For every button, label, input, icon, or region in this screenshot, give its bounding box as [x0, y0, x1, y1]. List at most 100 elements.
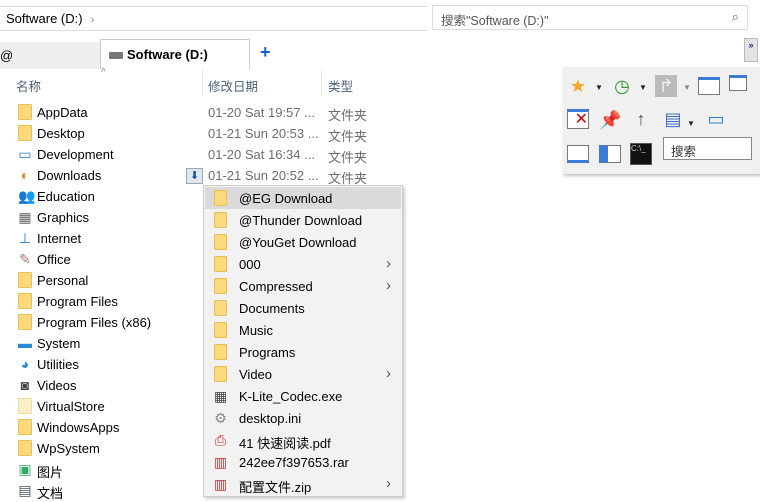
close-window-icon[interactable]: ✕	[567, 109, 589, 129]
folder-light-icon	[18, 398, 32, 414]
file-name: Program Files	[37, 294, 118, 309]
file-name: 图片	[37, 465, 64, 480]
up-arrow-icon[interactable]: ↑	[630, 108, 652, 130]
submenu-item[interactable]: Music	[205, 319, 401, 341]
chevron-down-icon[interactable]: ▼	[639, 83, 647, 92]
file-name: Graphics	[37, 210, 90, 225]
file-row-development[interactable]: ▭ Development 01-20 Sat 16:34 ... 文件夹	[0, 144, 380, 165]
favorites-star-icon[interactable]: ★	[567, 75, 589, 97]
folder-submenu: @EG Download @Thunder Download @YouGet Dow…	[203, 185, 403, 497]
file-name: AppData	[37, 105, 88, 120]
pin-icon[interactable]: 📌	[599, 109, 621, 131]
file-name: Internet	[37, 231, 82, 246]
folder-icon	[214, 278, 227, 294]
file-name: 文档	[37, 486, 64, 501]
submenu-item[interactable]: @Thunder Download	[205, 209, 401, 231]
new-tab-button[interactable]: +	[260, 42, 271, 63]
submenu-item[interactable]: @EG Download	[205, 187, 401, 209]
search-icon[interactable]: ⌕	[732, 9, 739, 25]
file-date: 01-20 Sat 16:34 ...	[208, 147, 315, 162]
submenu-item[interactable]: 000 ›	[205, 253, 401, 275]
file-name: Desktop	[37, 126, 85, 141]
address-bar[interactable]: Software (D:) ›	[0, 6, 428, 31]
folder-icon	[18, 419, 32, 435]
submenu-item[interactable]: ⎙ 41 快速阅读.pdf	[205, 429, 401, 451]
tab-at[interactable]: @	[0, 42, 100, 69]
left-pane-icon[interactable]	[599, 145, 621, 163]
submenu-item[interactable]: ▦ K-Lite_Codec.exe	[205, 385, 401, 407]
search-placeholder: 搜索"Software (D:)"	[441, 14, 549, 28]
monitor-icon: ▬	[18, 335, 32, 351]
file-name: WindowsApps	[37, 420, 120, 435]
file-row-appdata[interactable]: AppData 01-20 Sat 19:57 ... 文件夹	[0, 102, 380, 123]
submenu-item[interactable]: ▥ 配置文件.zip ›	[205, 473, 401, 495]
folder-icon	[18, 314, 32, 330]
submenu-item-label: Music	[239, 323, 273, 338]
file-row-desktop[interactable]: Desktop 01-21 Sun 20:53 ... 文件夹	[0, 123, 380, 144]
file-type: 文件夹	[328, 108, 368, 123]
command-prompt-icon[interactable]: C:\_	[630, 143, 652, 165]
tab-software-d[interactable]: Software (D:)	[100, 39, 250, 69]
camera-icon: ◙	[20, 377, 30, 393]
window-icon[interactable]	[698, 77, 720, 95]
breadcrumb-chevron-icon[interactable]: ›	[91, 14, 95, 26]
submenu-item[interactable]: Compressed ›	[205, 275, 401, 297]
submenu-item-label: desktop.ini	[239, 411, 302, 426]
breadcrumb-software-d[interactable]: Software (D:)	[6, 11, 83, 26]
pictures-icon: ▣	[18, 461, 32, 477]
exe-icon: ▦	[214, 388, 228, 404]
file-name: Utilities	[37, 357, 79, 372]
utilities-icon: ◕	[20, 356, 30, 372]
submenu-item[interactable]: Documents	[205, 297, 401, 319]
folder-icon	[214, 256, 227, 272]
column-name[interactable]: 名称	[16, 76, 41, 95]
submenu-item[interactable]: Programs	[205, 341, 401, 363]
file-name: WpSystem	[37, 441, 100, 456]
column-type[interactable]: 类型	[328, 76, 353, 95]
sort-indicator-icon: ^	[101, 67, 106, 78]
submenu-item-label: Video	[239, 367, 273, 382]
submenu-item-label: @Thunder Download	[239, 213, 363, 228]
chevron-down-icon[interactable]: ▼	[683, 83, 691, 92]
office-icon: ✎	[19, 251, 31, 267]
history-clock-icon[interactable]: ◷	[611, 75, 633, 97]
shortcut-arrow-icon[interactable]: ↱	[655, 75, 677, 97]
rename-textbox-icon[interactable]: ▭	[705, 108, 727, 130]
folder-dropdown-arrow-icon[interactable]: ⬇	[186, 168, 203, 184]
search-input[interactable]: 搜索"Software (D:)" ⌕	[432, 5, 748, 30]
folder-icon	[214, 234, 227, 250]
folder-icon	[214, 322, 227, 338]
file-name: Education	[37, 189, 95, 204]
submenu-item[interactable]: ▥ 242ee7f397653.rar	[205, 451, 401, 473]
submenu-arrow-icon: ›	[386, 365, 391, 382]
folder-icon	[18, 125, 32, 141]
submenu-item-label: 41 快速阅读.pdf	[239, 436, 331, 451]
network-icon: ⊥	[18, 230, 32, 246]
column-date[interactable]: 修改日期	[208, 76, 258, 95]
file-type: 文件夹	[328, 150, 368, 165]
expand-toolbar-button[interactable]: »	[744, 38, 758, 62]
graphics-icon: ▦	[18, 209, 32, 225]
file-name: Office	[37, 252, 71, 267]
ini-icon: ⚙	[214, 410, 227, 426]
file-name: Videos	[37, 378, 77, 393]
file-type: 文件夹	[328, 129, 368, 144]
folder-icon	[18, 440, 32, 456]
folder-icon	[214, 212, 227, 228]
file-date: 01-21 Sun 20:53 ...	[208, 126, 319, 141]
submenu-arrow-icon: ›	[386, 255, 391, 272]
folder-icon	[214, 366, 227, 382]
toolbar-search-input[interactable]: 搜索	[663, 137, 752, 160]
chevron-down-icon[interactable]: ▼	[687, 119, 695, 128]
submenu-item[interactable]: @YouGet Download	[205, 231, 401, 253]
chevron-down-icon[interactable]: ▼	[595, 83, 603, 92]
multi-window-icon[interactable]	[729, 75, 747, 91]
file-name: VirtualStore	[37, 399, 105, 414]
pdf-icon: ⎙	[214, 432, 227, 448]
downloads-icon: ◐	[20, 167, 30, 183]
submenu-item[interactable]: ⚙ desktop.ini	[205, 407, 401, 429]
folder-icon	[18, 272, 32, 288]
copy-document-icon[interactable]: ▤	[662, 108, 684, 130]
bottom-pane-icon[interactable]	[567, 145, 589, 163]
submenu-item[interactable]: Video ›	[205, 363, 401, 385]
